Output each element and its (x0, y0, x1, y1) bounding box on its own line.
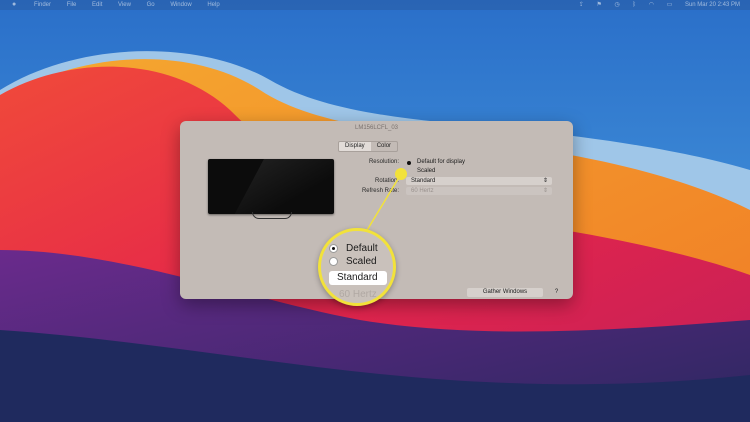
menu-file[interactable]: File (67, 2, 77, 8)
apple-icon[interactable]: ● (12, 0, 16, 10)
monitor-stand (252, 212, 292, 219)
resolution-default-option[interactable]: Default for display (417, 159, 465, 165)
bluetooth-icon[interactable]: ᛒ (632, 2, 636, 8)
menu-window[interactable]: Window (170, 2, 191, 8)
magnified-default-label: Default (346, 243, 378, 254)
time-machine-icon[interactable]: ◷ (615, 2, 620, 8)
magnified-radio-default (329, 244, 338, 253)
rotation-label: Rotation: (374, 178, 399, 184)
menu-items: Finder File Edit View Go Window Help (34, 0, 234, 10)
menu-edit[interactable]: Edit (92, 2, 102, 8)
tab-color[interactable]: Color (371, 142, 397, 151)
rotation-select[interactable]: Standard ⇕ (406, 177, 552, 185)
battery-icon[interactable]: ▭ (667, 2, 673, 8)
refresh-rate-value: 60 Hertz (411, 188, 434, 194)
menu-finder[interactable]: Finder (34, 2, 51, 8)
clock[interactable]: Sun Mar 20 2:43 PM (685, 2, 740, 8)
updown-chevron-icon: ⇕ (542, 188, 548, 194)
updown-chevron-icon: ⇕ (542, 178, 548, 184)
magnifier-callout: Default Scaled Standard 60 Hertz (318, 228, 396, 306)
wifi-icon[interactable]: ◠ (649, 2, 654, 8)
refresh-rate-select[interactable]: 60 Hertz ⇕ (406, 187, 552, 195)
resolution-label: Resolution: (368, 159, 399, 165)
rotation-value: Standard (411, 178, 436, 184)
gather-windows-button[interactable]: Gather Windows (467, 288, 543, 297)
status-area: ⇪ ⚑ ◷ ᛒ ◠ ▭ Sun Mar 20 2:43 PM (568, 0, 740, 10)
magnified-refresh-rate: 60 Hertz (339, 289, 377, 300)
menu-bar: ● Finder File Edit View Go Window Help ⇪… (0, 0, 750, 10)
refresh-rate-label: Refresh Rate: (361, 188, 399, 194)
upload-icon[interactable]: ⇪ (579, 2, 584, 8)
help-button[interactable]: ? (552, 288, 561, 297)
vpn-icon[interactable]: ⚑ (596, 2, 601, 8)
magnified-rotation-select: Standard (329, 271, 387, 285)
magnified-radio-scaled (329, 257, 338, 266)
tab-display[interactable]: Display (339, 142, 371, 151)
callout-dot (395, 168, 407, 180)
magnified-scaled-label: Scaled (346, 256, 377, 267)
menu-go[interactable]: Go (147, 2, 155, 8)
radio-default-selected[interactable] (407, 161, 411, 165)
menu-view[interactable]: View (118, 2, 131, 8)
window-title: LM156LCFL_03 (354, 125, 399, 131)
resolution-scaled-option[interactable]: Scaled (417, 168, 435, 174)
menu-help[interactable]: Help (207, 2, 219, 8)
monitor-image (208, 159, 334, 214)
tab-bar: Display Color (338, 141, 399, 152)
